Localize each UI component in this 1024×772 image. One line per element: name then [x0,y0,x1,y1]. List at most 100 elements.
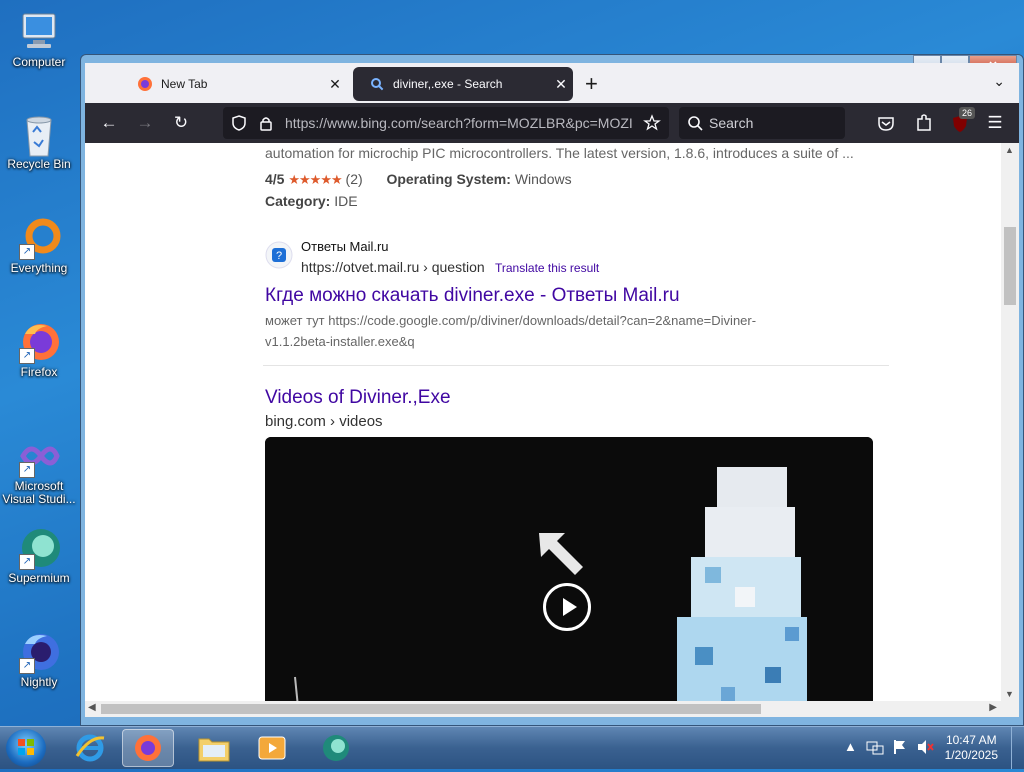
desktop-icon-visual-studio[interactable]: ↗ Microsoft Visual Studi... [0,434,78,506]
network-icon[interactable] [866,739,884,755]
url-bar[interactable]: https://www.bing.com/search?form=MOZLBR&… [223,107,669,139]
navigation-toolbar: ← → ↻ https://www.bing.com/search?form=M… [85,103,1019,143]
extension-badge: 26 [959,107,975,119]
desktop-icon-nightly[interactable]: ↗ Nightly [0,630,78,689]
pocket-icon[interactable] [877,115,895,131]
os-label: Operating System: [386,171,511,187]
result-url[interactable]: https://otvet.mail.ru › question [301,259,485,275]
reload-icon[interactable]: ↻ [169,111,193,135]
menu-icon[interactable]: ☰ [983,111,1007,135]
shortcut-arrow-icon: ↗ [19,244,35,260]
action-center-flag-icon[interactable] [892,739,908,755]
bookmark-star-icon[interactable] [643,114,661,132]
category-label: Category: [265,193,331,209]
forward-icon[interactable]: → [133,111,157,135]
desktop-icon-label: Firefox [20,365,58,379]
taskbar-internet-explorer[interactable] [64,729,116,767]
search-icon [688,116,703,131]
video-thumbnail[interactable] [265,437,873,717]
lock-icon[interactable] [259,115,273,131]
vertical-scrollbar[interactable]: ▲ ▼ [1001,143,1019,717]
url-text: https://www.bing.com/search?form=MOZLBR&… [285,115,633,131]
desktop-icon-label: Everything [10,261,68,275]
category-value: IDE [334,193,358,209]
desktop-icon-recycle-bin[interactable]: Recycle Bin [0,112,78,171]
extensions-icon[interactable] [915,113,933,133]
new-tab-button[interactable]: + [585,71,598,97]
scroll-left-icon[interactable]: ◀ [88,702,96,713]
videos-title-link[interactable]: Videos of Diviner.,Exe [265,387,451,409]
search-bar[interactable]: Search [679,107,845,139]
desktop-icon-supermium[interactable]: ↗ Supermium [0,526,78,585]
result-snippet: automation for microchip PIC microcontro… [265,145,854,161]
os-value: Windows [514,171,572,187]
windows-logo-icon [18,739,34,755]
supermium-icon: ↗ [17,526,61,570]
nightly-icon: ↗ [17,630,61,674]
rating-stars: ★★★★★ [288,172,342,187]
tab-search[interactable]: diviner,.exe - Search ✕ [353,67,573,101]
result-snippet-line: v1.1.2beta-installer.exe&q [265,334,415,349]
media-player-icon [258,736,286,760]
result-snippet-line: может тут https://code.google.com/p/divi… [265,313,757,328]
mail-ru-favicon-icon: ? [265,241,293,269]
rating-row: 4/5 ★★★★★ (2) Operating System: Windows [265,171,572,188]
translate-link[interactable]: Translate this result [495,261,599,275]
tab-title: New Tab [161,77,208,91]
back-icon[interactable]: ← [97,111,121,135]
shortcut-arrow-icon: ↗ [19,554,35,570]
scroll-up-icon[interactable]: ▲ [1005,145,1014,155]
taskbar-firefox[interactable] [122,729,174,767]
clock[interactable]: 10:47 AM 1/20/2025 [945,733,998,763]
rating-count: (2) [345,171,363,187]
clock-date: 1/20/2025 [944,748,998,762]
recycle-bin-icon [17,112,61,157]
horizontal-scrollbar[interactable]: ◀ ▶ [85,701,1001,717]
volume-muted-icon[interactable] [916,739,934,755]
desktop-icon-label: Nightly [20,675,58,689]
show-hidden-icons[interactable]: ▲ [844,739,857,754]
bing-search-icon [371,78,384,91]
svg-text:?: ? [276,250,282,262]
taskbar-supermium[interactable] [310,729,362,767]
clock-time: 10:47 AM [945,733,997,747]
desktop-icon-everything[interactable]: ↗ Everything [0,216,78,275]
page-content: automation for microchip PIC microcontro… [85,143,1019,717]
desktop-icon-label: Computer [12,55,66,69]
desktop-icon-firefox[interactable]: ↗ Firefox [0,320,78,379]
visual-studio-icon: ↗ [17,434,61,478]
supermium-icon [323,735,349,761]
taskbar: ▲ 10:47 AM 1/20/2025 [0,726,1024,769]
desktop-icon-label: Microsoft Visual Studi... [2,479,76,506]
tab-title: diviner,.exe - Search [393,77,503,91]
divider [263,365,889,366]
firefox-icon [135,735,161,761]
taskbar-media-player[interactable] [246,729,298,767]
result-title-link[interactable]: Кгде можно скачать diviner.exe - Ответы … [265,285,680,307]
tab-new-tab[interactable]: New Tab ✕ [121,67,347,101]
firefox-icon [138,77,152,91]
videos-source: bing.com › videos [265,413,383,430]
play-icon [563,598,577,616]
shortcut-arrow-icon: ↗ [19,462,35,478]
scroll-down-icon[interactable]: ▼ [1005,689,1014,699]
horizontal-scroll-thumb[interactable] [101,704,761,714]
firefox-icon: ↗ [17,320,61,364]
vertical-scroll-thumb[interactable] [1004,227,1016,305]
browser-window: ▁ ▫ ✕ New Tab ✕ diviner,.exe - Search ✕ … [80,54,1024,726]
category-row: Category: IDE [265,193,358,209]
desktop-icon-computer[interactable]: Computer [0,10,78,69]
start-button[interactable] [6,729,46,767]
tab-close-icon[interactable]: ✕ [323,76,347,93]
scroll-right-icon[interactable]: ▶ [989,702,997,713]
list-all-tabs-icon[interactable]: ⌄ [993,73,1005,90]
show-desktop-button[interactable] [1011,727,1024,769]
taskbar-file-explorer[interactable] [188,729,240,767]
desktop-icon-label: Supermium [8,571,70,585]
site-name: Ответы Mail.ru [301,239,389,254]
play-button[interactable] [543,583,591,631]
shield-icon[interactable] [231,115,247,131]
tab-close-icon[interactable]: ✕ [549,76,573,93]
search-placeholder: Search [709,115,754,131]
shortcut-arrow-icon: ↗ [19,348,35,364]
